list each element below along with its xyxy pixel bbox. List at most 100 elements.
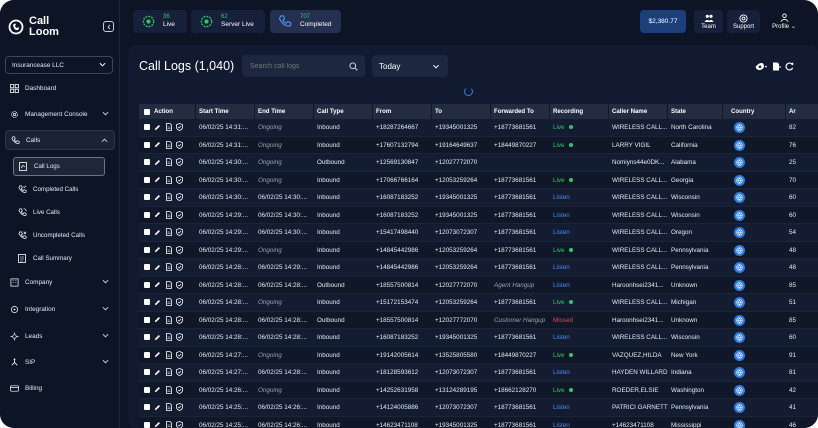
select-all-checkbox[interactable] [144, 108, 150, 115]
edit-icon[interactable] [154, 403, 161, 411]
column-header-forwarded-to[interactable]: Forwarded To [494, 104, 534, 119]
recording-cell[interactable]: Listen [553, 224, 609, 241]
shield-icon[interactable] [176, 403, 183, 411]
edit-icon[interactable] [154, 351, 161, 359]
row-checkbox[interactable] [144, 316, 150, 323]
sidebar-subitem-live-calls[interactable]: Live Calls [13, 203, 105, 222]
column-header-to[interactable]: To [435, 104, 442, 119]
edit-icon[interactable] [154, 368, 161, 376]
edit-icon[interactable] [154, 386, 161, 394]
edit-icon[interactable] [154, 123, 161, 131]
recording-cell[interactable]: Live [553, 242, 609, 259]
column-header-end-time[interactable]: End Time [258, 104, 285, 119]
table-row[interactable]: 06/02/25 14:28:... Ongoing Inbound +1517215… [139, 294, 818, 312]
column-header-country[interactable]: Country [731, 104, 754, 119]
document-icon[interactable] [165, 420, 172, 428]
balance-button[interactable]: $2,380.77 [640, 10, 686, 33]
shield-icon[interactable] [176, 298, 183, 306]
profile-button[interactable]: Profile ⌄ [766, 10, 802, 33]
shield-icon[interactable] [176, 420, 183, 428]
table-row[interactable]: 06/02/25 14:30:... Ongoing Outbound +125691… [139, 154, 818, 172]
row-checkbox[interactable] [144, 141, 150, 148]
period-select[interactable]: Today [372, 55, 448, 77]
document-icon[interactable] [165, 350, 172, 359]
table-row[interactable]: 06/02/25 14:26:... Ongoing Inbound +1425263… [139, 381, 818, 399]
row-checkbox[interactable] [144, 421, 150, 428]
column-header-recording[interactable]: Recording [553, 104, 583, 119]
row-checkbox[interactable] [144, 334, 150, 340]
search-icon[interactable] [349, 62, 358, 71]
row-checkbox[interactable] [144, 159, 150, 165]
edit-icon[interactable] [154, 281, 161, 289]
table-row[interactable]: 06/02/25 14:28:... 06/02/25 14:28:... Outb… [139, 311, 818, 329]
team-button[interactable]: Team [694, 10, 723, 33]
recording-cell[interactable]: Listen [553, 364, 609, 381]
column-header-ar[interactable]: Ar [789, 104, 796, 119]
eye-icon[interactable] [755, 62, 767, 71]
edit-icon[interactable] [154, 193, 161, 201]
table-row[interactable]: 06/02/25 14:31:... Ongoing Inbound +1760713… [139, 136, 818, 154]
refresh-icon[interactable] [785, 62, 794, 71]
table-row[interactable]: 06/02/25 14:27:... Ongoing Inbound +1914200… [139, 346, 818, 364]
recording-cell[interactable]: Live [553, 172, 609, 189]
shield-icon[interactable] [176, 123, 183, 131]
table-row[interactable]: 06/02/25 14:29:... 06/02/25 14:30:... Inbo… [139, 206, 818, 224]
sidebar-subitem-call-summary[interactable]: Call Summary [13, 249, 105, 268]
document-icon[interactable] [165, 385, 172, 394]
stat-server-live[interactable]: 62 Server Live [191, 10, 265, 33]
shield-icon[interactable] [176, 158, 183, 166]
sidebar-item-company[interactable]: Company [5, 272, 115, 292]
table-row[interactable]: 06/02/25 14:29:... Ongoing Inbound +1484544… [139, 241, 818, 259]
edit-icon[interactable] [154, 141, 161, 149]
recording-cell[interactable]: Listen [553, 329, 609, 346]
row-checkbox[interactable] [144, 176, 150, 183]
document-icon[interactable] [165, 280, 172, 289]
row-checkbox[interactable] [144, 194, 150, 200]
row-checkbox[interactable] [144, 299, 150, 305]
stat-live[interactable]: 36 Live [133, 10, 187, 33]
edit-icon[interactable] [154, 211, 161, 219]
edit-icon[interactable] [154, 298, 161, 306]
edit-icon[interactable] [154, 333, 161, 341]
row-checkbox[interactable] [144, 281, 150, 288]
table-row[interactable]: 06/02/25 14:25:... 06/02/25 14:26:... Inbo… [139, 416, 818, 428]
sidebar-item-dashboard[interactable]: Dashboard [5, 78, 115, 98]
sidebar-subitem-call-logs[interactable]: Call Logs [13, 157, 105, 176]
table-row[interactable]: 06/02/25 14:27:... 06/02/25 14:28:... Inbo… [139, 364, 818, 382]
document-icon[interactable] [165, 333, 172, 341]
sidebar-item-billing[interactable]: Billing [5, 378, 115, 398]
company-select[interactable]: Insurancease LLC [5, 56, 113, 74]
edit-icon[interactable] [154, 316, 161, 324]
row-checkbox[interactable] [144, 264, 150, 270]
recording-cell[interactable]: Listen [553, 259, 609, 276]
stat-completed[interactable]: 707 Completed [270, 10, 341, 33]
document-icon[interactable] [165, 368, 172, 376]
edit-icon[interactable] [154, 421, 161, 428]
row-checkbox[interactable] [144, 369, 150, 375]
recording-cell[interactable]: Live [553, 347, 609, 364]
shield-icon[interactable] [176, 175, 183, 184]
collapse-sidebar-button[interactable] [103, 21, 114, 32]
table-row[interactable]: 06/02/25 14:28:... 06/02/25 14:29:... Inbo… [139, 259, 818, 277]
shield-icon[interactable] [176, 210, 183, 219]
edit-icon[interactable] [154, 263, 161, 271]
table-row[interactable]: 06/02/25 14:28:... 06/02/25 14:28:... Inbo… [139, 329, 818, 347]
document-icon[interactable] [165, 228, 172, 236]
shield-icon[interactable] [176, 333, 183, 341]
row-checkbox[interactable] [144, 351, 150, 358]
edit-icon[interactable] [154, 176, 161, 184]
shield-icon[interactable] [176, 263, 183, 271]
column-header-action[interactable]: Action [154, 104, 173, 119]
support-button[interactable]: Support [727, 10, 760, 33]
shield-icon[interactable] [176, 280, 183, 289]
recording-cell[interactable]: Listen [553, 417, 609, 428]
edit-icon[interactable] [154, 158, 161, 166]
logo[interactable]: Call Loom [8, 16, 69, 38]
recording-cell[interactable]: Live [553, 382, 609, 399]
recording-cell[interactable]: Listen [553, 399, 609, 416]
sidebar-item-leads[interactable]: Leads [5, 326, 115, 346]
column-header-from[interactable]: From [376, 104, 391, 119]
table-row[interactable]: 06/02/25 14:25:... 06/02/25 14:26:... Inbo… [139, 399, 818, 417]
row-checkbox[interactable] [144, 211, 150, 218]
row-checkbox[interactable] [144, 386, 150, 393]
